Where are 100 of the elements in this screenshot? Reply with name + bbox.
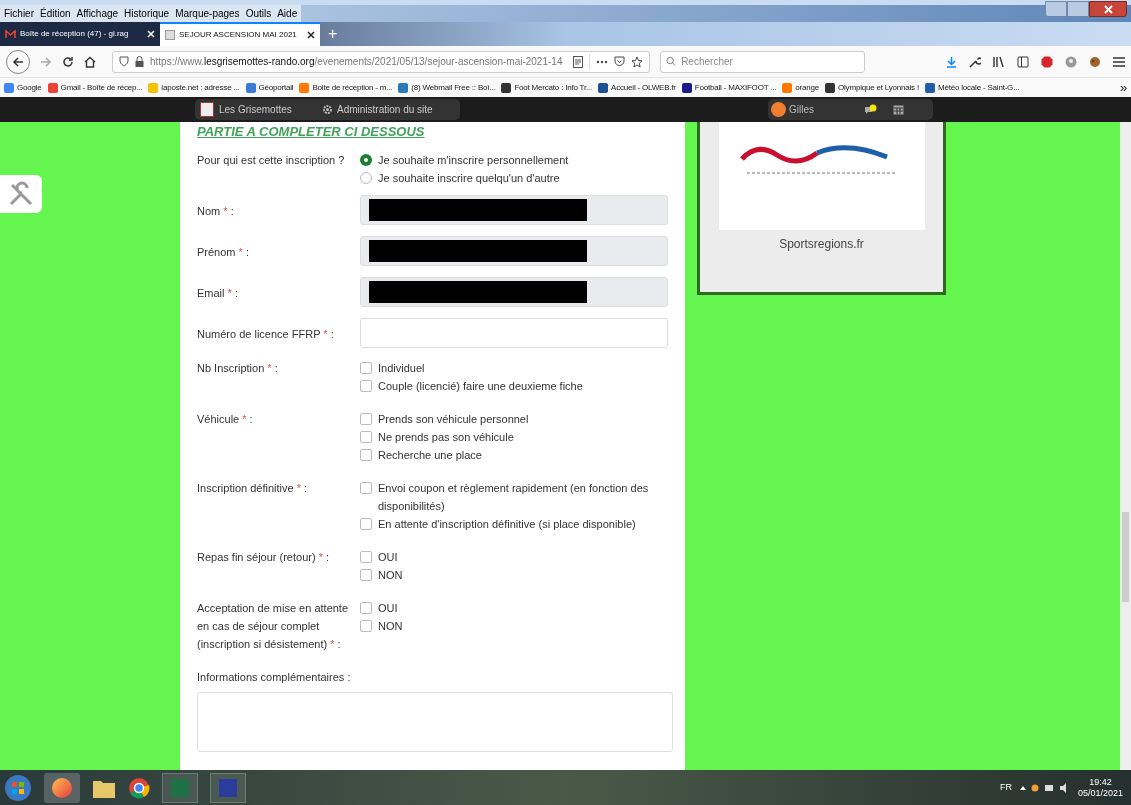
field-label: Email * : (197, 286, 239, 301)
scrollbar[interactable] (1120, 122, 1131, 770)
clock-date: 05/01/2021 (1077, 787, 1123, 799)
field-label: Nb Inscription * : (197, 361, 279, 376)
field-label: Numéro de licence FFRP * : (197, 327, 335, 342)
checkbox[interactable] (360, 431, 372, 443)
lock-icon (135, 56, 144, 67)
menu-item[interactable]: Historique (124, 6, 170, 21)
browser-tab[interactable]: SEJOUR ASCENSION MAI 2021 (160, 22, 320, 46)
checkbox[interactable] (360, 602, 372, 614)
shield-icon (119, 56, 129, 67)
bookmark-item[interactable]: orange (782, 81, 819, 94)
close-icon[interactable] (307, 31, 315, 39)
checkbox-option[interactable]: Envoi coupon et règlement rapidement (en fonction des disponibilités) (360, 479, 670, 515)
bookmark-item[interactable]: Football - MAXIFOOT ... (681, 81, 777, 94)
checkbox[interactable] (360, 482, 372, 494)
menu-item[interactable]: Aide (277, 6, 298, 21)
wrench-icon[interactable] (969, 55, 981, 68)
close-button[interactable] (1089, 1, 1127, 17)
calendar-icon[interactable] (893, 104, 904, 115)
checkbox-option[interactable]: Prends son véhicule personnel (360, 410, 670, 428)
mail-icon (5, 30, 16, 38)
radio-option[interactable]: Je souhaite m'inscrire personnellement (360, 151, 670, 169)
bookmark-item[interactable]: Géoportail (245, 81, 294, 94)
site-favicon-icon (165, 30, 175, 40)
pocket-icon[interactable] (614, 56, 625, 67)
bookmark-item[interactable]: Google (4, 81, 42, 94)
user-avatar (771, 102, 786, 117)
bookmark-item[interactable]: laposte.net : adresse ... (148, 81, 240, 94)
star-icon[interactable] (631, 55, 643, 68)
start-button[interactable] (4, 773, 32, 802)
back-arrow-icon (12, 55, 24, 68)
reader-view-icon[interactable] (573, 55, 583, 68)
checkbox-option[interactable]: En attente d'inscription définitive (si place disponible) (360, 515, 670, 533)
partner-logo[interactable] (718, 122, 925, 230)
field-label: Pour qui est cette inscription ? (197, 153, 346, 168)
bookmark-item[interactable]: Météo locale - Saint-G... (924, 81, 1020, 94)
radio-option[interactable]: Je souhaite inscrire quelqu'un d'autre (360, 169, 670, 187)
checkbox-option[interactable]: NON (360, 566, 670, 584)
more-icon[interactable] (596, 59, 608, 64)
radio-button[interactable] (360, 154, 372, 166)
field-label: Acceptation de mise en attente en cas de séjour complet (inscription si désistement) * : (197, 601, 350, 652)
bookmark-item[interactable]: Accueil - OLWEB.fr (598, 81, 676, 94)
menu-icon[interactable] (1113, 56, 1125, 67)
firefox-taskbar-icon[interactable] (44, 772, 80, 803)
cookie-icon[interactable] (1089, 55, 1101, 68)
checkbox-option[interactable]: NON (360, 617, 670, 635)
checkbox[interactable] (360, 569, 372, 581)
search-field[interactable]: Rechercher (681, 54, 859, 69)
chat-notification-icon[interactable] (864, 103, 878, 116)
language-indicator[interactable]: FR (999, 780, 1012, 795)
tab-title: SEJOUR ASCENSION MAI 2021 (179, 29, 298, 41)
checkbox[interactable] (360, 620, 372, 632)
menu-item[interactable]: Affichage (76, 6, 119, 21)
close-icon (1103, 4, 1113, 14)
address-bar[interactable]: https://www.lesgrisemottes-rando.org/evenements/2021/05/13/sejour-ascension-mai-2021-14 (112, 50, 650, 73)
checkbox-option[interactable]: OUI (360, 599, 670, 617)
checkbox[interactable] (360, 413, 372, 425)
bookmark-favicon-icon (148, 82, 159, 93)
bookmark-favicon-icon (47, 82, 58, 93)
checkbox-option[interactable]: Ne prends pas son véhicule (360, 428, 670, 446)
checkbox-option[interactable]: Couple (licencié) faire une deuxieme fiche (360, 377, 670, 395)
menu-item[interactable]: Marque-pages (175, 6, 240, 21)
checkbox-option[interactable]: Recherche une place (360, 446, 670, 464)
bookmark-item[interactable]: Olympique et Lyonnais ! (825, 81, 919, 94)
checkbox[interactable] (360, 449, 372, 461)
checkbox-option[interactable]: Individuel (360, 359, 670, 377)
bookmark-item[interactable]: Gmail - Boîte de récep... (47, 81, 143, 94)
bookmark-favicon-icon (501, 82, 512, 93)
partner-caption: Sportsregions.fr (779, 236, 864, 253)
library-icon[interactable] (993, 55, 1005, 68)
site-name-link[interactable]: Les Grisemottes (219, 102, 322, 117)
field-label: Nom * : (197, 204, 235, 219)
chrome-icon[interactable] (128, 776, 150, 799)
checkbox-option[interactable]: OUI (360, 548, 670, 566)
checkbox[interactable] (360, 362, 372, 374)
home-icon[interactable] (84, 55, 96, 68)
adblock-icon[interactable] (1041, 55, 1053, 68)
account-icon[interactable] (1065, 55, 1077, 68)
sidebar-icon[interactable] (1017, 55, 1029, 68)
tools-tab[interactable] (0, 175, 42, 213)
bookmark-favicon-icon (398, 82, 409, 93)
checkbox[interactable] (360, 551, 372, 563)
menu-item[interactable]: Outils (245, 6, 272, 21)
text-field[interactable] (360, 318, 668, 348)
reload-icon[interactable] (62, 55, 74, 68)
search-field[interactable]: Rechercher (660, 50, 865, 73)
admin-link[interactable]: Administration du site (337, 102, 433, 117)
bookmark-item[interactable]: Boite de réception - m... (299, 81, 393, 94)
checkbox[interactable] (360, 380, 372, 392)
bookmark-item[interactable]: (8) Webmail Free :: Boî... (398, 81, 496, 94)
checkbox[interactable] (360, 518, 372, 530)
bookmarks-overflow-button[interactable]: » (1119, 81, 1127, 94)
new-tab-button[interactable]: + (320, 22, 346, 46)
bookmark-favicon-icon (681, 82, 692, 93)
download-icon[interactable] (946, 55, 957, 68)
bookmark-item[interactable]: Foot Mercato : Info Tr... (501, 81, 593, 94)
menu-item[interactable]: Édition (40, 6, 71, 21)
menu-item[interactable]: Fichier (4, 6, 34, 21)
radio-button[interactable] (360, 172, 372, 184)
